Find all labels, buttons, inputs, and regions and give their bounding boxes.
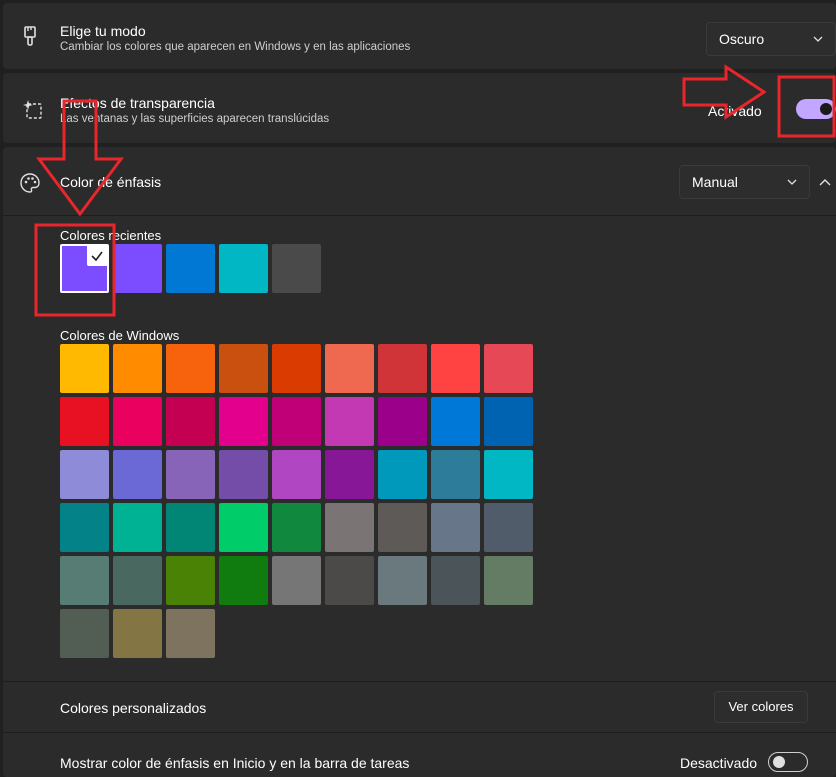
theme-mode-subtitle: Cambiar los colores que aparecen en Wind…	[60, 41, 411, 53]
windows-color-swatch[interactable]	[431, 397, 480, 446]
windows-color-swatch[interactable]	[484, 397, 533, 446]
windows-color-swatch[interactable]	[272, 397, 321, 446]
transparency-state-label: Activado	[708, 103, 762, 119]
windows-color-swatch[interactable]	[60, 609, 109, 658]
windows-color-swatch[interactable]	[431, 503, 480, 552]
windows-color-swatch[interactable]	[378, 344, 427, 393]
windows-color-swatch[interactable]	[113, 450, 162, 499]
view-colors-button[interactable]: Ver colores	[714, 691, 808, 723]
accent-color-value: Manual	[692, 174, 738, 190]
windows-color-swatch[interactable]	[378, 503, 427, 552]
windows-color-swatch[interactable]	[113, 503, 162, 552]
checkmark-icon	[87, 246, 107, 266]
windows-color-swatch[interactable]	[166, 556, 215, 605]
collapse-chevron-up-icon[interactable]	[818, 175, 832, 193]
windows-color-swatch[interactable]	[378, 397, 427, 446]
windows-color-swatch[interactable]	[272, 503, 321, 552]
windows-color-swatch[interactable]	[113, 556, 162, 605]
recent-color-swatch[interactable]	[113, 244, 162, 293]
theme-mode-card: Elige tu modo Cambiar los colores que ap…	[3, 3, 836, 69]
windows-color-swatch[interactable]	[431, 344, 480, 393]
windows-color-swatch[interactable]	[166, 609, 215, 658]
windows-color-swatch[interactable]	[484, 450, 533, 499]
start-taskbar-toggle[interactable]	[768, 752, 808, 772]
transparency-toggle[interactable]	[796, 99, 836, 119]
windows-color-swatch[interactable]	[325, 344, 374, 393]
recent-color-swatch[interactable]	[60, 244, 109, 293]
windows-color-swatch[interactable]	[219, 503, 268, 552]
transparency-title: Efectos de transparencia	[60, 95, 215, 111]
windows-color-swatch[interactable]	[166, 503, 215, 552]
windows-color-swatch[interactable]	[325, 397, 374, 446]
toggle-knob	[773, 756, 785, 768]
windows-color-swatch[interactable]	[484, 344, 533, 393]
transparency-card: Efectos de transparencia Las ventanas y …	[3, 73, 836, 143]
windows-color-swatch[interactable]	[60, 450, 109, 499]
windows-color-swatch[interactable]	[272, 344, 321, 393]
windows-color-swatch[interactable]	[113, 609, 162, 658]
start-taskbar-label: Mostrar color de énfasis en Inicio y en …	[60, 755, 410, 771]
start-taskbar-state-label: Desactivado	[680, 755, 758, 771]
accent-header-divider	[3, 215, 836, 216]
accent-color-title: Color de énfasis	[60, 174, 162, 190]
windows-color-swatch[interactable]	[166, 397, 215, 446]
windows-color-swatch[interactable]	[378, 556, 427, 605]
windows-color-swatch[interactable]	[325, 503, 374, 552]
windows-color-swatch[interactable]	[325, 556, 374, 605]
windows-color-swatch[interactable]	[113, 397, 162, 446]
windows-color-swatch[interactable]	[378, 450, 427, 499]
windows-color-swatch[interactable]	[166, 344, 215, 393]
palette-icon	[19, 172, 41, 199]
windows-color-swatch[interactable]	[484, 556, 533, 605]
brush-icon	[21, 25, 39, 52]
windows-color-swatch[interactable]	[60, 556, 109, 605]
custom-colors-divider	[3, 681, 836, 682]
windows-color-swatch[interactable]	[219, 397, 268, 446]
accent-color-dropdown[interactable]: Manual	[679, 165, 810, 199]
chevron-down-icon	[787, 174, 797, 193]
windows-color-swatch[interactable]	[60, 397, 109, 446]
recent-color-swatch[interactable]	[166, 244, 215, 293]
view-colors-button-label: Ver colores	[728, 699, 794, 714]
windows-color-swatch[interactable]	[431, 556, 480, 605]
transparency-subtitle: Las ventanas y las superficies aparecen …	[60, 113, 330, 125]
recent-color-swatch[interactable]	[272, 244, 321, 293]
windows-colors-label: Colores de Windows	[60, 328, 180, 343]
windows-color-swatch[interactable]	[166, 450, 215, 499]
windows-color-swatch[interactable]	[431, 450, 480, 499]
theme-mode-title: Elige tu modo	[60, 23, 146, 39]
windows-color-swatch[interactable]	[113, 344, 162, 393]
theme-mode-value: Oscuro	[719, 31, 765, 47]
windows-color-swatch[interactable]	[60, 503, 109, 552]
toggle-knob	[820, 103, 832, 115]
windows-color-swatch[interactable]	[484, 503, 533, 552]
chevron-down-icon	[813, 31, 823, 50]
theme-mode-dropdown[interactable]: Oscuro	[706, 22, 836, 56]
custom-colors-label: Colores personalizados	[60, 700, 207, 716]
transparency-sparkle-icon	[21, 98, 43, 125]
windows-color-swatch[interactable]	[60, 344, 109, 393]
windows-color-swatch[interactable]	[219, 556, 268, 605]
recent-colors-label: Colores recientes	[60, 228, 162, 243]
windows-color-swatch[interactable]	[272, 556, 321, 605]
start-taskbar-divider	[3, 732, 836, 733]
windows-color-swatch[interactable]	[219, 450, 268, 499]
windows-color-swatch[interactable]	[272, 450, 321, 499]
windows-color-swatch[interactable]	[219, 344, 268, 393]
windows-color-swatch[interactable]	[325, 450, 374, 499]
recent-color-swatch[interactable]	[219, 244, 268, 293]
